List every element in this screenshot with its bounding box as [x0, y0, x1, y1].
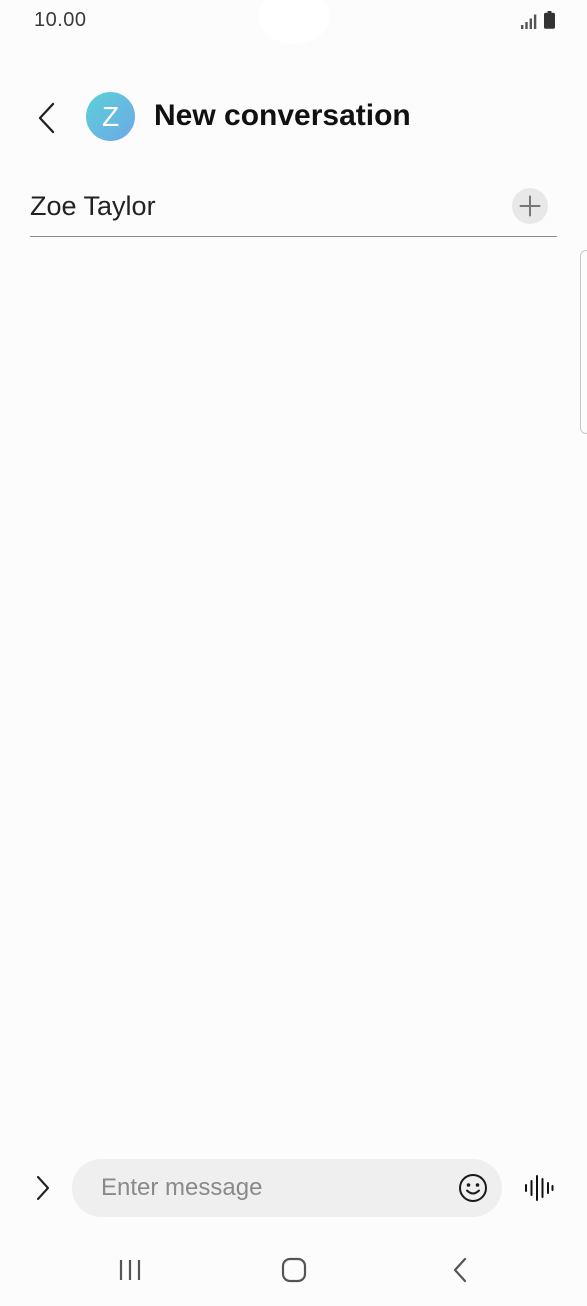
recipient-row: Zoe Taylor: [30, 184, 557, 237]
message-box: [72, 1159, 502, 1217]
back-button[interactable]: [30, 98, 64, 138]
signal-icon: [521, 14, 537, 29]
emoji-button[interactable]: [458, 1173, 488, 1203]
edge-panel-handle[interactable]: [580, 250, 587, 434]
status-icons: [521, 11, 555, 29]
conversation-header: Z New conversation: [0, 82, 587, 154]
chevron-left-icon: [37, 102, 57, 134]
expand-options-button[interactable]: [28, 1170, 58, 1206]
camera-notch: [258, 0, 330, 44]
voice-wave-icon: [523, 1174, 555, 1202]
navigation-bar: [0, 1240, 587, 1300]
nav-back-button[interactable]: [440, 1254, 480, 1286]
home-icon: [281, 1257, 307, 1283]
smiley-icon: [458, 1173, 488, 1203]
back-icon: [452, 1257, 468, 1283]
recents-button[interactable]: [110, 1254, 150, 1286]
plus-icon: [519, 195, 541, 217]
message-composer: [0, 1158, 587, 1218]
add-recipient-button[interactable]: [512, 188, 548, 224]
recents-icon: [118, 1259, 142, 1281]
status-time: 10.00: [34, 9, 87, 31]
message-input[interactable]: [72, 1159, 442, 1217]
chevron-right-icon: [35, 1175, 51, 1201]
home-button[interactable]: [274, 1254, 314, 1286]
battery-icon: [544, 11, 555, 29]
status-bar: 10.00: [0, 0, 587, 44]
avatar[interactable]: Z: [86, 92, 135, 141]
voice-input-button[interactable]: [522, 1172, 556, 1204]
page-title: New conversation: [154, 99, 411, 132]
recipient-field[interactable]: Zoe Taylor: [30, 191, 156, 222]
